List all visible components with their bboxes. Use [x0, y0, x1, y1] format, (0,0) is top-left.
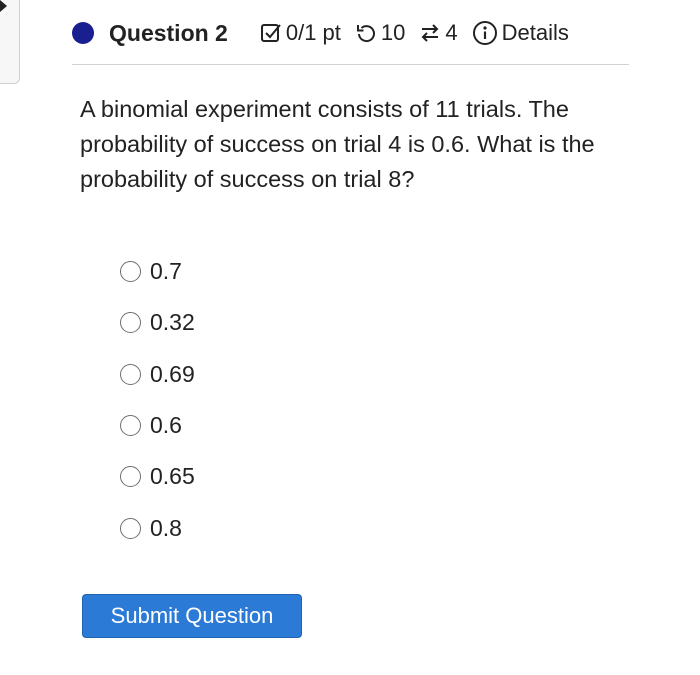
score-indicator: 0/1 pt [260, 20, 341, 46]
attempts-count: 4 [445, 20, 458, 45]
retries-indicator: 10 [355, 20, 405, 46]
attempts-indicator: 4 [419, 20, 458, 46]
status-dot-icon [72, 22, 94, 44]
checkbox-score-icon [260, 24, 281, 42]
radio-button[interactable] [120, 466, 141, 488]
radio-button[interactable] [120, 517, 141, 539]
radio-button[interactable] [120, 415, 141, 437]
answer-option[interactable]: 0.69 [120, 349, 195, 400]
score-text: 0/1 pt [285, 20, 341, 45]
retry-icon [356, 25, 375, 43]
option-label[interactable]: 0.69 [150, 361, 195, 388]
answer-option[interactable]: 0.8 [120, 502, 195, 553]
option-label[interactable]: 0.8 [150, 515, 182, 542]
attempts-icon [421, 24, 439, 42]
answer-options: 0.7 0.32 0.69 0.6 0.65 0.8 [120, 246, 195, 554]
info-icon [472, 21, 497, 45]
question-text: A binomial experiment consists of 11 tri… [80, 96, 595, 192]
retries-count: 10 [380, 20, 406, 45]
option-label[interactable]: 0.65 [150, 463, 195, 490]
radio-button[interactable] [120, 261, 141, 283]
question-header: Question 2 0/1 pt 10 4 Details [72, 14, 628, 52]
answer-option[interactable]: 0.6 [120, 400, 195, 451]
header-divider [72, 64, 629, 65]
radio-button[interactable] [120, 363, 141, 385]
side-panel-tab[interactable] [0, 0, 20, 84]
answer-option[interactable]: 0.65 [120, 451, 195, 502]
caret-right-icon[interactable] [0, 0, 7, 12]
submit-question-button[interactable]: Submit Question [82, 594, 302, 638]
option-label[interactable]: 0.7 [150, 258, 182, 285]
question-title: Question 2 [109, 19, 228, 46]
option-label[interactable]: 0.6 [150, 412, 182, 439]
answer-option[interactable]: 0.7 [120, 246, 195, 297]
option-label[interactable]: 0.32 [150, 309, 195, 336]
answer-option[interactable]: 0.32 [120, 297, 195, 348]
radio-button[interactable] [120, 312, 141, 334]
details-label[interactable]: Details [502, 20, 569, 46]
details-link[interactable]: Details [472, 20, 569, 46]
